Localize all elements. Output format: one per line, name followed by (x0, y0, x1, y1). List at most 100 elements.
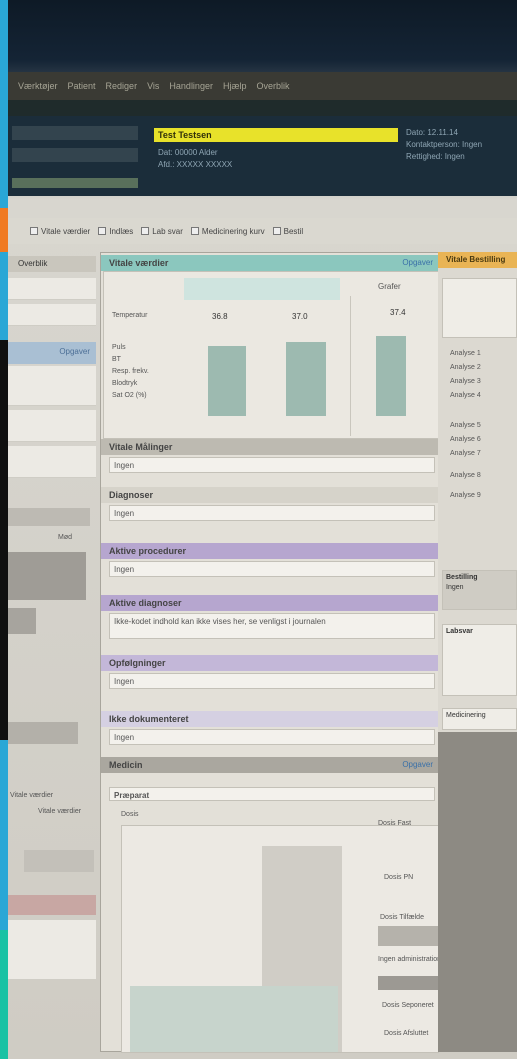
column-divider (350, 296, 351, 436)
vital-value: 36.8 (212, 312, 228, 321)
order-item[interactable]: Analyse 1 (450, 350, 481, 357)
button[interactable] (24, 850, 94, 872)
section-title: Opfølgninger (109, 658, 166, 668)
section-header: Opfølgninger (101, 655, 441, 671)
desktop-background (0, 930, 8, 1059)
thumbnail (8, 608, 36, 634)
order-item[interactable]: Analyse 6 (450, 436, 481, 443)
menu-bar: Værktøjer Patient Rediger Vis Handlinger… (8, 72, 517, 100)
order-icon (272, 227, 281, 235)
toolbar-item-vitals[interactable]: Vitale værdier (30, 227, 90, 236)
chart-fill (130, 986, 338, 1052)
menu-item[interactable]: Værktøjer (18, 81, 58, 91)
label: Vitale værdier (38, 808, 82, 815)
right-panel: Vitale Bestilling Analyse 1 Analyse 2 An… (438, 252, 517, 1052)
medicin-link[interactable]: Opgaver (402, 757, 433, 773)
section-header: Aktive diagnoser (101, 595, 441, 611)
import-icon (98, 227, 107, 235)
row-label: Temperatur (112, 312, 148, 319)
order-item[interactable]: Analyse 2 (450, 364, 481, 371)
patient-info: Afd.: XXXXX XXXXX (158, 160, 233, 169)
menu-item[interactable]: Vis (147, 81, 159, 91)
toolbar-item-lab[interactable]: Lab svar (141, 227, 183, 236)
order-item[interactable]: Analyse 4 (450, 392, 481, 399)
label: Vitale værdier (10, 792, 54, 799)
list-item[interactable] (8, 920, 96, 980)
menu-divider (8, 100, 517, 116)
dose-label: Dosis PN (384, 874, 414, 881)
search-field[interactable] (12, 126, 138, 140)
toolbar: Vitale værdier Indlæs Lab svar Mediciner… (8, 218, 517, 244)
panel-title: Vitale Bestilling (438, 252, 517, 268)
patient-name: Test Testsen (154, 128, 398, 142)
order-item[interactable]: Analyse 8 (450, 472, 481, 479)
row-label: Resp. frekv. (112, 368, 149, 375)
list-item[interactable] (8, 278, 96, 300)
vitals-table: Grafer Temperatur Puls BT Resp. frekv. B… (103, 271, 439, 439)
toolbar-item-medication[interactable]: Medicinering kurv (190, 226, 265, 236)
patient-date: Dato: 12.11.14 (406, 128, 458, 137)
search-field[interactable] (12, 148, 138, 162)
toolbar-item-order[interactable]: Bestil (272, 226, 304, 236)
dose-label: Dosis Fast (378, 820, 412, 827)
vitals-highlight (184, 278, 340, 300)
lab-icon (141, 227, 150, 235)
menu-item[interactable]: Handlinger (169, 81, 213, 91)
progress-bar (12, 178, 138, 188)
toolbar-label: Bestil (283, 226, 304, 236)
order-item[interactable]: Analyse 3 (450, 378, 481, 385)
dose-label: Dosis Seponeret (382, 1002, 434, 1009)
field[interactable] (8, 722, 78, 744)
row-label: Sat O2 (%) (112, 392, 147, 399)
toolbar-label: Indlæs (109, 226, 134, 236)
info-block (442, 278, 517, 338)
section-header: Diagnoser (101, 487, 441, 503)
toolbar-item-import[interactable]: Indlæs (98, 227, 133, 236)
section-body: Ingen (109, 673, 435, 689)
menu-item[interactable]: Hjælp (223, 81, 247, 91)
list-item[interactable] (8, 304, 96, 326)
chart-fill (378, 976, 438, 990)
order-item[interactable]: Analyse 5 (450, 422, 481, 429)
desktop-edge (0, 0, 8, 1059)
block-title: Bestilling (446, 574, 478, 581)
column-label: Dosis (121, 811, 139, 818)
selected-row[interactable]: Opgaver (8, 342, 96, 364)
row-link[interactable]: Opgaver (59, 347, 90, 356)
overview-panel: Vitale værdier Opgaver Grafer Temperatur… (100, 252, 442, 1053)
list-item[interactable] (8, 366, 96, 406)
medication-block: Medicinering (442, 708, 517, 730)
dose-label: Ingen administration (378, 956, 442, 963)
block-title: Labsvar (446, 628, 473, 635)
menu-item[interactable]: Overblik (256, 81, 289, 91)
vitals-link[interactable]: Opgaver (402, 255, 433, 271)
patient-header: Test Testsen Dat: 00000 Alder Afd.: XXXX… (8, 116, 517, 196)
pill-icon (190, 227, 199, 235)
section-body: Ingen (109, 729, 435, 745)
order-item[interactable]: Analyse 7 (450, 450, 481, 457)
section-body: Ikke-kodet indhold kan ikke vises her, s… (109, 613, 435, 639)
dose-label: Dosis Tilfælde (380, 914, 424, 921)
lab-block: Labsvar (442, 624, 517, 696)
order-block: Bestilling Ingen (442, 570, 517, 610)
list-item[interactable] (8, 410, 96, 442)
block-body: Ingen (446, 584, 464, 591)
section-header: Aktive procedurer (101, 543, 441, 559)
taskbar-highlight (0, 208, 8, 252)
left-panel: Overblik Opgaver Mød Vitale værdier Vita… (8, 252, 96, 1052)
label: Mød (58, 534, 72, 541)
row-label: BT (112, 356, 121, 363)
list-item[interactable] (8, 446, 96, 478)
menu-item[interactable]: Patient (68, 81, 96, 91)
row-label: Blodtryk (112, 380, 138, 387)
vitals-header: Vitale værdier Opgaver (101, 255, 441, 271)
order-item[interactable]: Analyse 9 (450, 492, 481, 499)
section-body: Ingen (109, 505, 435, 521)
toolbar-label: Lab svar (152, 226, 183, 236)
menu-item[interactable]: Rediger (106, 81, 138, 91)
graph-label: Grafer (378, 282, 401, 291)
vital-bar (376, 336, 406, 416)
section-body: Ingen (109, 457, 435, 473)
panel-shadow (438, 732, 517, 1052)
toolbar-label: Medicinering kurv (201, 226, 265, 236)
